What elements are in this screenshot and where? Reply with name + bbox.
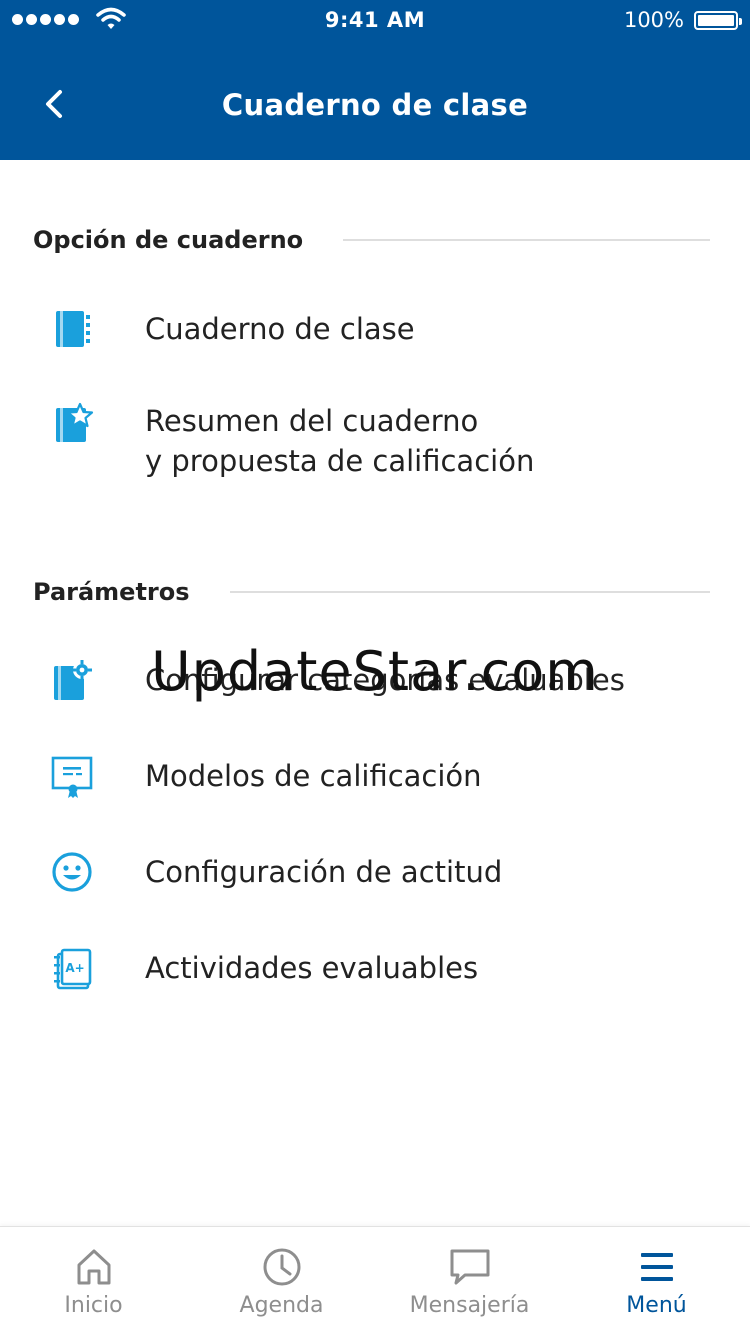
section-title: Parámetros xyxy=(33,578,190,606)
menu-item-evaluable-activities[interactable]: A+ Actividades evaluables xyxy=(0,944,750,994)
grade-notebook-icon: A+ xyxy=(54,948,92,990)
menu-item-label: Configurar categorías evaluables xyxy=(145,663,625,697)
menu-icon xyxy=(640,1253,673,1281)
battery-percentage: 100% xyxy=(623,8,684,32)
menu-item-label: Cuaderno de clase xyxy=(145,312,415,346)
menu-item-notebook-summary[interactable]: Resumen del cuaderno y propuesta de cali… xyxy=(0,400,750,484)
tab-label: Agenda xyxy=(239,1293,324,1318)
menu-item-class-notebook[interactable]: Cuaderno de clase xyxy=(0,305,750,355)
tab-agenda[interactable]: Agenda xyxy=(188,1227,375,1335)
svg-text:A+: A+ xyxy=(65,961,84,975)
menu-item-label: Resumen del cuaderno y propuesta de cali… xyxy=(145,401,534,481)
menu-item-grading-models[interactable]: Modelos de calificación xyxy=(0,752,750,802)
menu-item-label: Actividades evaluables xyxy=(145,951,479,985)
menu-item-label-line2: y propuesta de calificación xyxy=(145,444,535,478)
tab-label: Mensajería xyxy=(409,1293,530,1318)
smiley-icon xyxy=(52,852,92,892)
section-header-notebook-options: Opción de cuaderno xyxy=(33,220,710,260)
chat-icon xyxy=(450,1249,489,1285)
status-bar: 9:41 AM 100% xyxy=(0,0,750,40)
menu-item-attitude-config[interactable]: Configuración de actitud xyxy=(0,848,750,898)
section-divider xyxy=(229,591,710,593)
tab-label: Menú xyxy=(626,1293,687,1318)
menu-item-configure-categories[interactable]: Configurar categorías evaluables xyxy=(0,656,750,706)
certificate-icon xyxy=(51,756,93,798)
tab-label: Inicio xyxy=(64,1293,123,1318)
menu-item-label-line1: Resumen del cuaderno xyxy=(145,404,479,438)
section-title: Opción de cuaderno xyxy=(33,226,304,254)
notebook-icon xyxy=(56,311,90,347)
home-icon xyxy=(77,1249,110,1285)
clock-icon xyxy=(263,1248,300,1286)
menu-item-label: Configuración de actitud xyxy=(145,855,503,889)
notebook-star-icon xyxy=(56,402,94,442)
bottom-tab-bar: Inicio Agenda Mensajería Menú xyxy=(0,1226,750,1335)
section-header-parameters: Parámetros xyxy=(33,572,710,612)
tab-messaging[interactable]: Mensajería xyxy=(376,1227,563,1335)
page-title: Cuaderno de clase xyxy=(221,88,529,122)
section-divider xyxy=(343,239,710,241)
tab-home[interactable]: Inicio xyxy=(0,1227,187,1335)
battery-icon xyxy=(694,11,742,30)
app-header: 9:41 AM 100% Cuaderno de clase xyxy=(0,0,750,160)
menu-item-label: Modelos de calificación xyxy=(145,759,482,793)
tab-menu[interactable]: Menú xyxy=(563,1227,750,1335)
notebook-gear-icon xyxy=(54,660,92,700)
